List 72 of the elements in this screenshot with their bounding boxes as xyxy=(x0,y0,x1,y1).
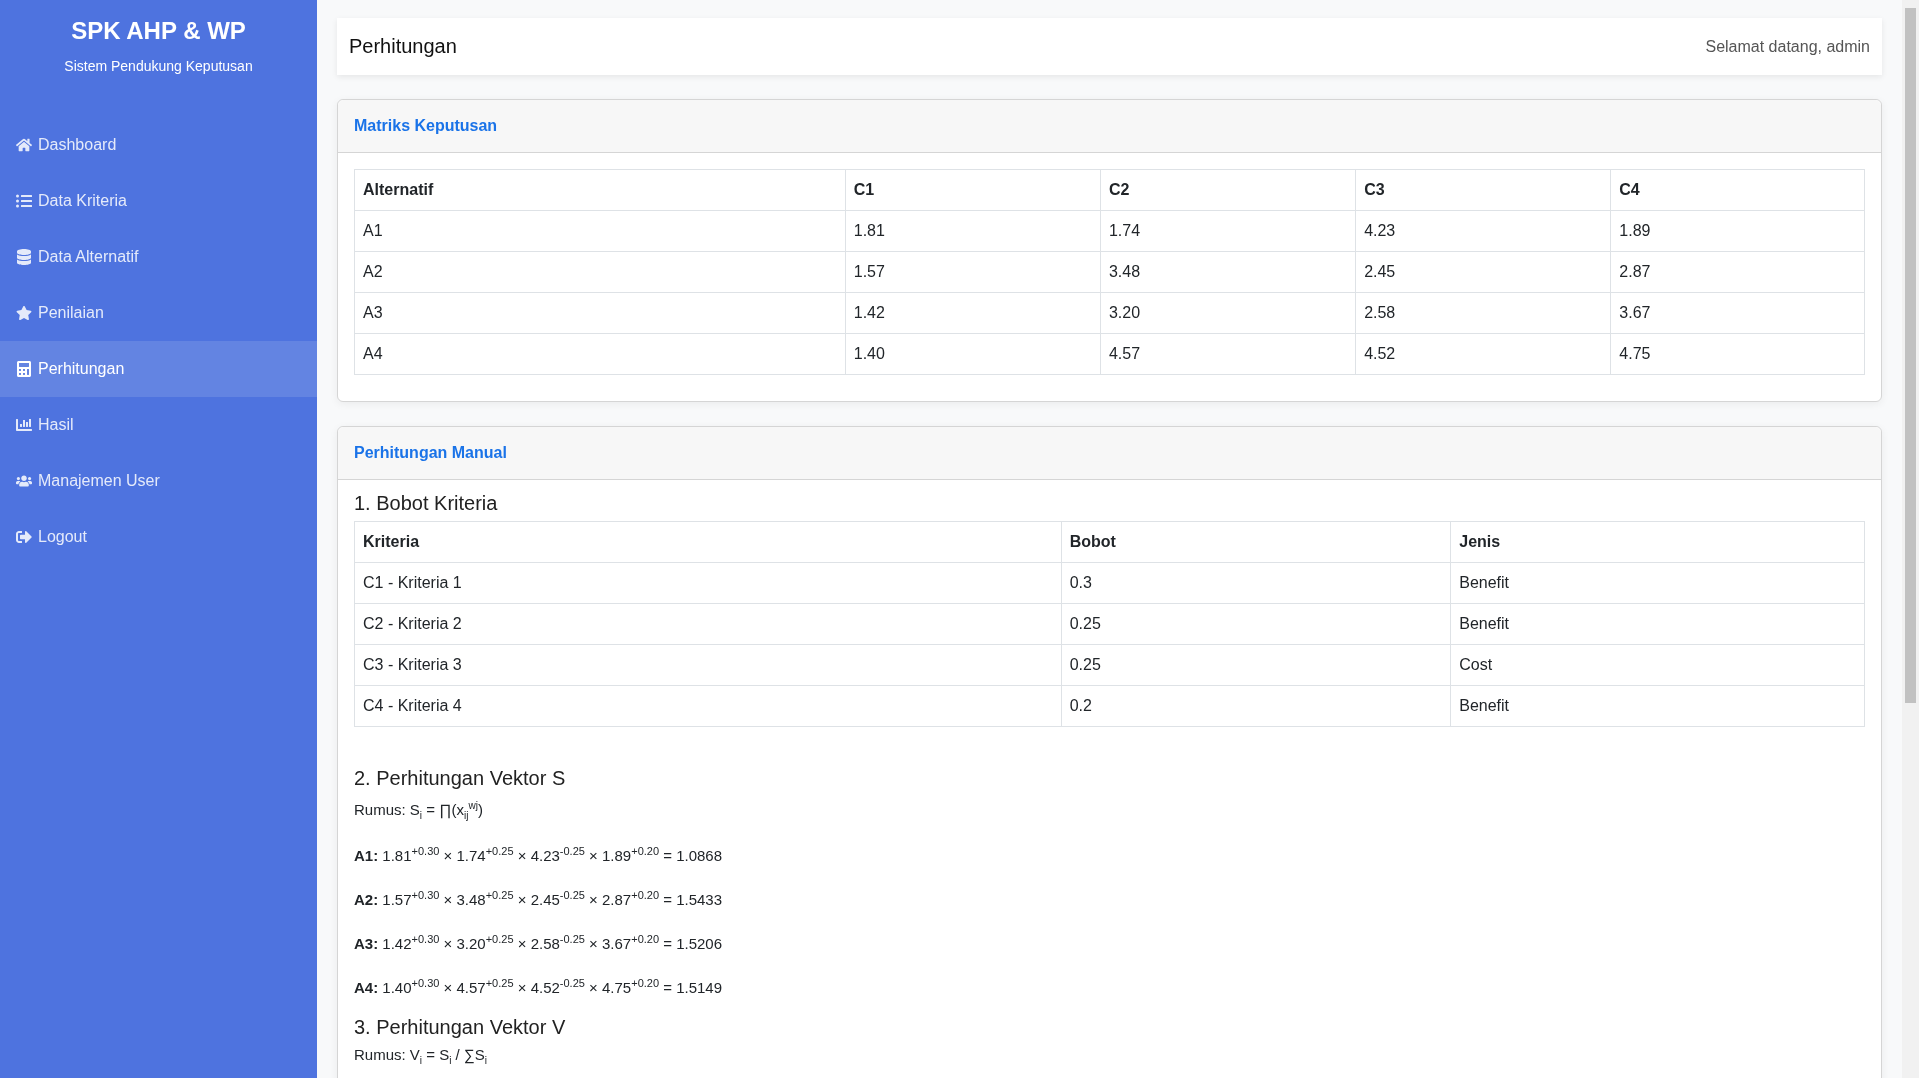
table-cell: 1.81 xyxy=(845,210,1101,252)
section-heading: 3. Perhitungan Vektor V xyxy=(354,1016,567,1039)
calculator-icon xyxy=(16,361,32,377)
calculation-line: A4: 1.40$^{+0.30}$ × 4.57$^{+0.25}$ × 4.52$^{-0.25}$ × 4.75$^{+0.20}$ = 1.5149 xyxy=(354,976,724,998)
table-cell: Cost xyxy=(1450,644,1865,686)
table-cell: 4.57 xyxy=(1100,333,1356,375)
home-icon xyxy=(16,137,32,153)
column-header: Kriteria xyxy=(354,521,1062,563)
nav-item[interactable]: Penilaian xyxy=(0,285,317,341)
table-cell: 1.40 xyxy=(845,333,1101,375)
nav-item[interactable]: Logout xyxy=(0,509,317,565)
logout-icon xyxy=(16,529,32,545)
nav-item[interactable]: Data Alternatif xyxy=(0,229,317,285)
users-icon xyxy=(16,473,32,489)
page-title: Perhitungan xyxy=(349,35,457,58)
table-cell: 1.42 xyxy=(845,292,1101,334)
card-title: Matriks Keputusan xyxy=(354,117,498,135)
column-header: C3 xyxy=(1355,169,1611,211)
nav-item[interactable]: Hasil xyxy=(0,397,317,453)
table-cell: 3.67 xyxy=(1610,292,1865,334)
star-icon xyxy=(16,305,32,321)
formula-text: Rumus: S$_{i}$ = ∏(x$_{ij}$$^{wj}$) xyxy=(354,799,484,823)
calculation-line: A1: 1.81$^{+0.30}$ × 1.74$^{+0.25}$ × 4.23$^{-0.25}$ × 1.89$^{+0.20}$ = 1.0868 xyxy=(354,844,724,866)
column-header: C2 xyxy=(1100,169,1356,211)
column-header: Bobot xyxy=(1061,521,1451,563)
table-cell: 2.45 xyxy=(1355,251,1611,293)
table-cell: C1 - Kriteria 1 xyxy=(354,562,1062,604)
table-cell: C3 - Kriteria 3 xyxy=(354,644,1062,686)
database-icon xyxy=(16,249,32,265)
table-cell: A3 xyxy=(354,292,846,334)
nav-item[interactable]: Perhitungan xyxy=(0,341,317,397)
list-icon xyxy=(16,193,32,209)
table-cell: 0.25 xyxy=(1061,644,1451,686)
column-header: Jenis xyxy=(1450,521,1865,563)
scrollbar[interactable] xyxy=(1902,0,1919,1078)
column-header: C4 xyxy=(1610,169,1865,211)
table-cell: 1.74 xyxy=(1100,210,1356,252)
greeting-text: Selamat datang, admin xyxy=(1705,37,1870,56)
app-title: SPK AHP & WP xyxy=(71,16,246,46)
table-cell: Benefit xyxy=(1450,562,1865,604)
table-cell: A4 xyxy=(354,333,846,375)
table-cell: 0.25 xyxy=(1061,603,1451,645)
column-header: Alternatif xyxy=(354,169,846,211)
table-cell: A2 xyxy=(354,251,846,293)
table-cell: 4.75 xyxy=(1610,333,1865,375)
card-title: Perhitungan Manual xyxy=(354,444,507,462)
table-cell: 0.2 xyxy=(1061,685,1451,727)
table-cell: A1 xyxy=(354,210,846,252)
table-cell: C4 - Kriteria 4 xyxy=(354,685,1062,727)
table-cell: 4.23 xyxy=(1355,210,1611,252)
table-cell: 2.87 xyxy=(1610,251,1865,293)
table-cell: Benefit xyxy=(1450,685,1865,727)
table-cell: 3.48 xyxy=(1100,251,1356,293)
nav-item[interactable]: Manajemen User xyxy=(0,453,317,509)
table-cell: 1.89 xyxy=(1610,210,1865,252)
table-cell: 0.3 xyxy=(1061,562,1451,604)
nav-item[interactable]: Dashboard xyxy=(0,117,317,173)
section-heading: 2. Perhitungan Vektor S xyxy=(354,767,567,790)
table-cell: Benefit xyxy=(1450,603,1865,645)
table-cell: 1.57 xyxy=(845,251,1101,293)
bar-chart-icon xyxy=(16,417,32,433)
table-cell: 4.52 xyxy=(1355,333,1611,375)
table-cell: 2.58 xyxy=(1355,292,1611,334)
calculation-line: A2: 1.57$^{+0.30}$ × 3.48$^{+0.25}$ × 2.45$^{-0.25}$ × 2.87$^{+0.20}$ = 1.5433 xyxy=(354,888,724,910)
table-cell: C2 - Kriteria 2 xyxy=(354,603,1062,645)
section-heading: 1. Bobot Kriteria xyxy=(354,492,499,515)
calculation-line: A3: 1.42$^{+0.30}$ × 3.20$^{+0.25}$ × 2.58$^{-0.25}$ × 3.67$^{+0.20}$ = 1.5206 xyxy=(354,932,724,954)
column-header: C1 xyxy=(845,169,1101,211)
nav-item[interactable]: Data Kriteria xyxy=(0,173,317,229)
formula-text: Rumus: V$_{i}$ = S$_{i}$ / ∑S$_{i}$ xyxy=(354,1045,488,1068)
app-subtitle: Sistem Pendukung Keputusan xyxy=(64,58,253,74)
table-cell: 3.20 xyxy=(1100,292,1356,334)
